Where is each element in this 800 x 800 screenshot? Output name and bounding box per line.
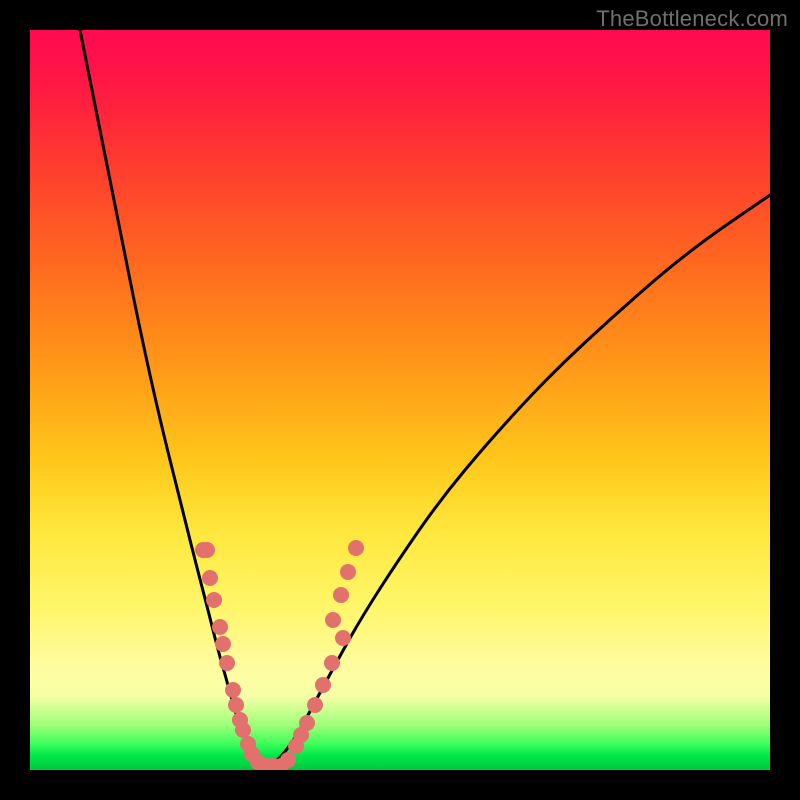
chart-frame: TheBottleneck.com <box>0 0 800 800</box>
highlight-dot <box>299 715 315 731</box>
highlight-dot <box>212 619 228 635</box>
highlight-dot <box>215 636 231 652</box>
curve-layer <box>30 30 770 770</box>
highlight-dot <box>324 655 340 671</box>
curve-left-branch <box>80 30 268 766</box>
highlight-dot <box>235 722 251 738</box>
highlight-dot <box>228 697 244 713</box>
highlight-dot <box>333 587 349 603</box>
highlight-dot <box>348 540 364 556</box>
plot-area <box>30 30 770 770</box>
highlight-dot <box>340 564 356 580</box>
highlight-dot <box>307 697 323 713</box>
highlight-dot <box>219 655 235 671</box>
highlight-dot <box>325 612 341 628</box>
curve-right-branch <box>268 195 770 766</box>
highlight-dot <box>199 542 215 558</box>
highlight-dot <box>206 592 222 608</box>
highlight-dot <box>315 677 331 693</box>
highlight-dot <box>280 752 296 768</box>
bottleneck-curve <box>80 30 770 766</box>
watermark-text: TheBottleneck.com <box>596 6 788 32</box>
highlight-dot <box>202 570 218 586</box>
highlight-dot <box>335 630 351 646</box>
highlight-dot <box>225 682 241 698</box>
